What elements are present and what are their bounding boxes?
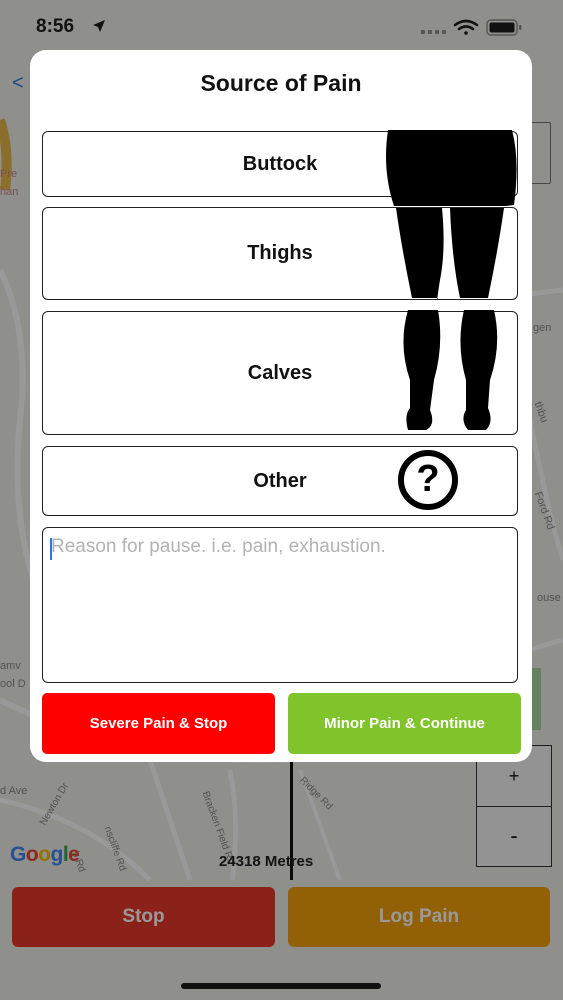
location-arrow-icon [93, 20, 105, 32]
signal-icon [421, 30, 446, 34]
severe-pain-stop-button[interactable]: Severe Pain & Stop [42, 693, 275, 754]
text-caret [50, 538, 52, 560]
source-of-pain-dialog: Source of Pain Buttock Thighs Calves Oth… [30, 50, 532, 762]
minor-pain-continue-button[interactable]: Minor Pain & Continue [288, 693, 521, 754]
wifi-icon [453, 19, 479, 35]
status-icons [421, 19, 522, 36]
battery-icon [486, 19, 522, 36]
legs-silhouette-icon [386, 130, 517, 430]
question-mark-glyph: ? [416, 458, 440, 500]
reason-input[interactable] [42, 527, 518, 683]
status-bar: 8:56 [0, 0, 563, 50]
dialog-title: Source of Pain [200, 70, 362, 96]
status-time: 8:56 [36, 16, 75, 37]
home-indicator [181, 983, 381, 989]
